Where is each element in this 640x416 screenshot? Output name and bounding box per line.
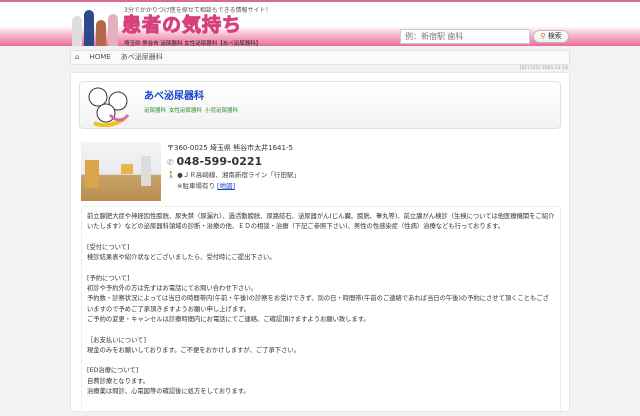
people-illustration-icon [72,5,120,46]
specialty-tag: 小児泌尿器科 [205,108,239,114]
site-logo[interactable]: 患者の気持ち [121,10,242,37]
walk-icon: 🚶 [167,171,176,179]
map-link[interactable]: [地図] [217,182,235,190]
breadcrumb: ⌂ HOME あべ泌尿器科 [70,50,570,65]
specialty-tag: 泌尿器科 [144,108,167,114]
clinic-description: 前立腺肥大症や神経因性膀胱、尿失禁（尿漏れ）、過活動膀胱、尿路結石、泌尿器がん(… [81,206,561,416]
description-paragraph: [受付について] 検診結果表や紹介状などございましたら、受付時にご提出下さい。 [87,243,276,262]
clinic-phone[interactable]: 048-599-0221 [177,155,263,168]
kids-illustration-icon [88,87,130,127]
search-icon: ⚲ [540,32,546,40]
clinic-specialties: 泌尿器科 女性泌尿器科 小児泌尿器科 [144,106,241,114]
clinic-address: 〒360-0025 埼玉県 熊谷市太井1641-5 [167,144,293,152]
clinic-header: あべ泌尿器科 泌尿器科 女性泌尿器科 小児泌尿器科 [79,81,561,129]
breadcrumb-current: あべ泌尿器科 [120,53,163,61]
clinic-panel: あべ泌尿器科 泌尿器科 女性泌尿器科 小児泌尿器科 〒360-0025 埼玉県 熊谷… [70,72,570,416]
search-button-label: 検索 [547,32,562,40]
clinic-info: 〒360-0025 埼玉県 熊谷市太井1641-5 ✆ 048-599-0221… [167,143,300,192]
clinic-name: あべ泌尿器科 [144,91,204,102]
site-subtitle: 埼玉県 熊谷市 泌尿器科 女性泌尿器科【あべ泌尿器科】 [124,41,262,47]
phone-icon: ✆ [167,158,177,167]
clinic-access: ●ＪＲ高崎線、湘南新宿ライン「行田駅」 [177,171,300,179]
search-button[interactable]: ⚲ 検索 [533,30,569,43]
search-input[interactable] [400,29,530,44]
specialty-tag: 女性泌尿器科 [169,108,203,114]
home-icon[interactable]: ⌂ [75,53,79,61]
site-header: 3分でかかりつけ医を探せて相談もできる情報サイト！ 患者の気持ち 埼玉県 熊谷市… [0,0,640,47]
description-paragraph: [ED治療について] 自費診療となります。 治療薬は問診、心電図等の確認後に処方… [87,367,250,396]
description-paragraph: ［お支払いについて] 現金のみをお願いしております。ご不便をおかけしますが、ご了… [87,336,300,354]
clinic-parking: ※駐車場有り [177,182,215,190]
description-paragraph: [予約について] 初診や予約外の方は先ずはお電話にてお問い合わせ下さい。 予約数… [87,274,549,323]
clinic-photo [81,142,161,201]
description-paragraph: 前立腺肥大症や神経因性膀胱、尿失禁（尿漏れ）、過活動膀胱、尿路結石、泌尿器がん(… [87,213,555,231]
breadcrumb-home[interactable]: HOME [89,53,110,61]
update-date: [017725] 2025-12-18 [519,66,568,71]
